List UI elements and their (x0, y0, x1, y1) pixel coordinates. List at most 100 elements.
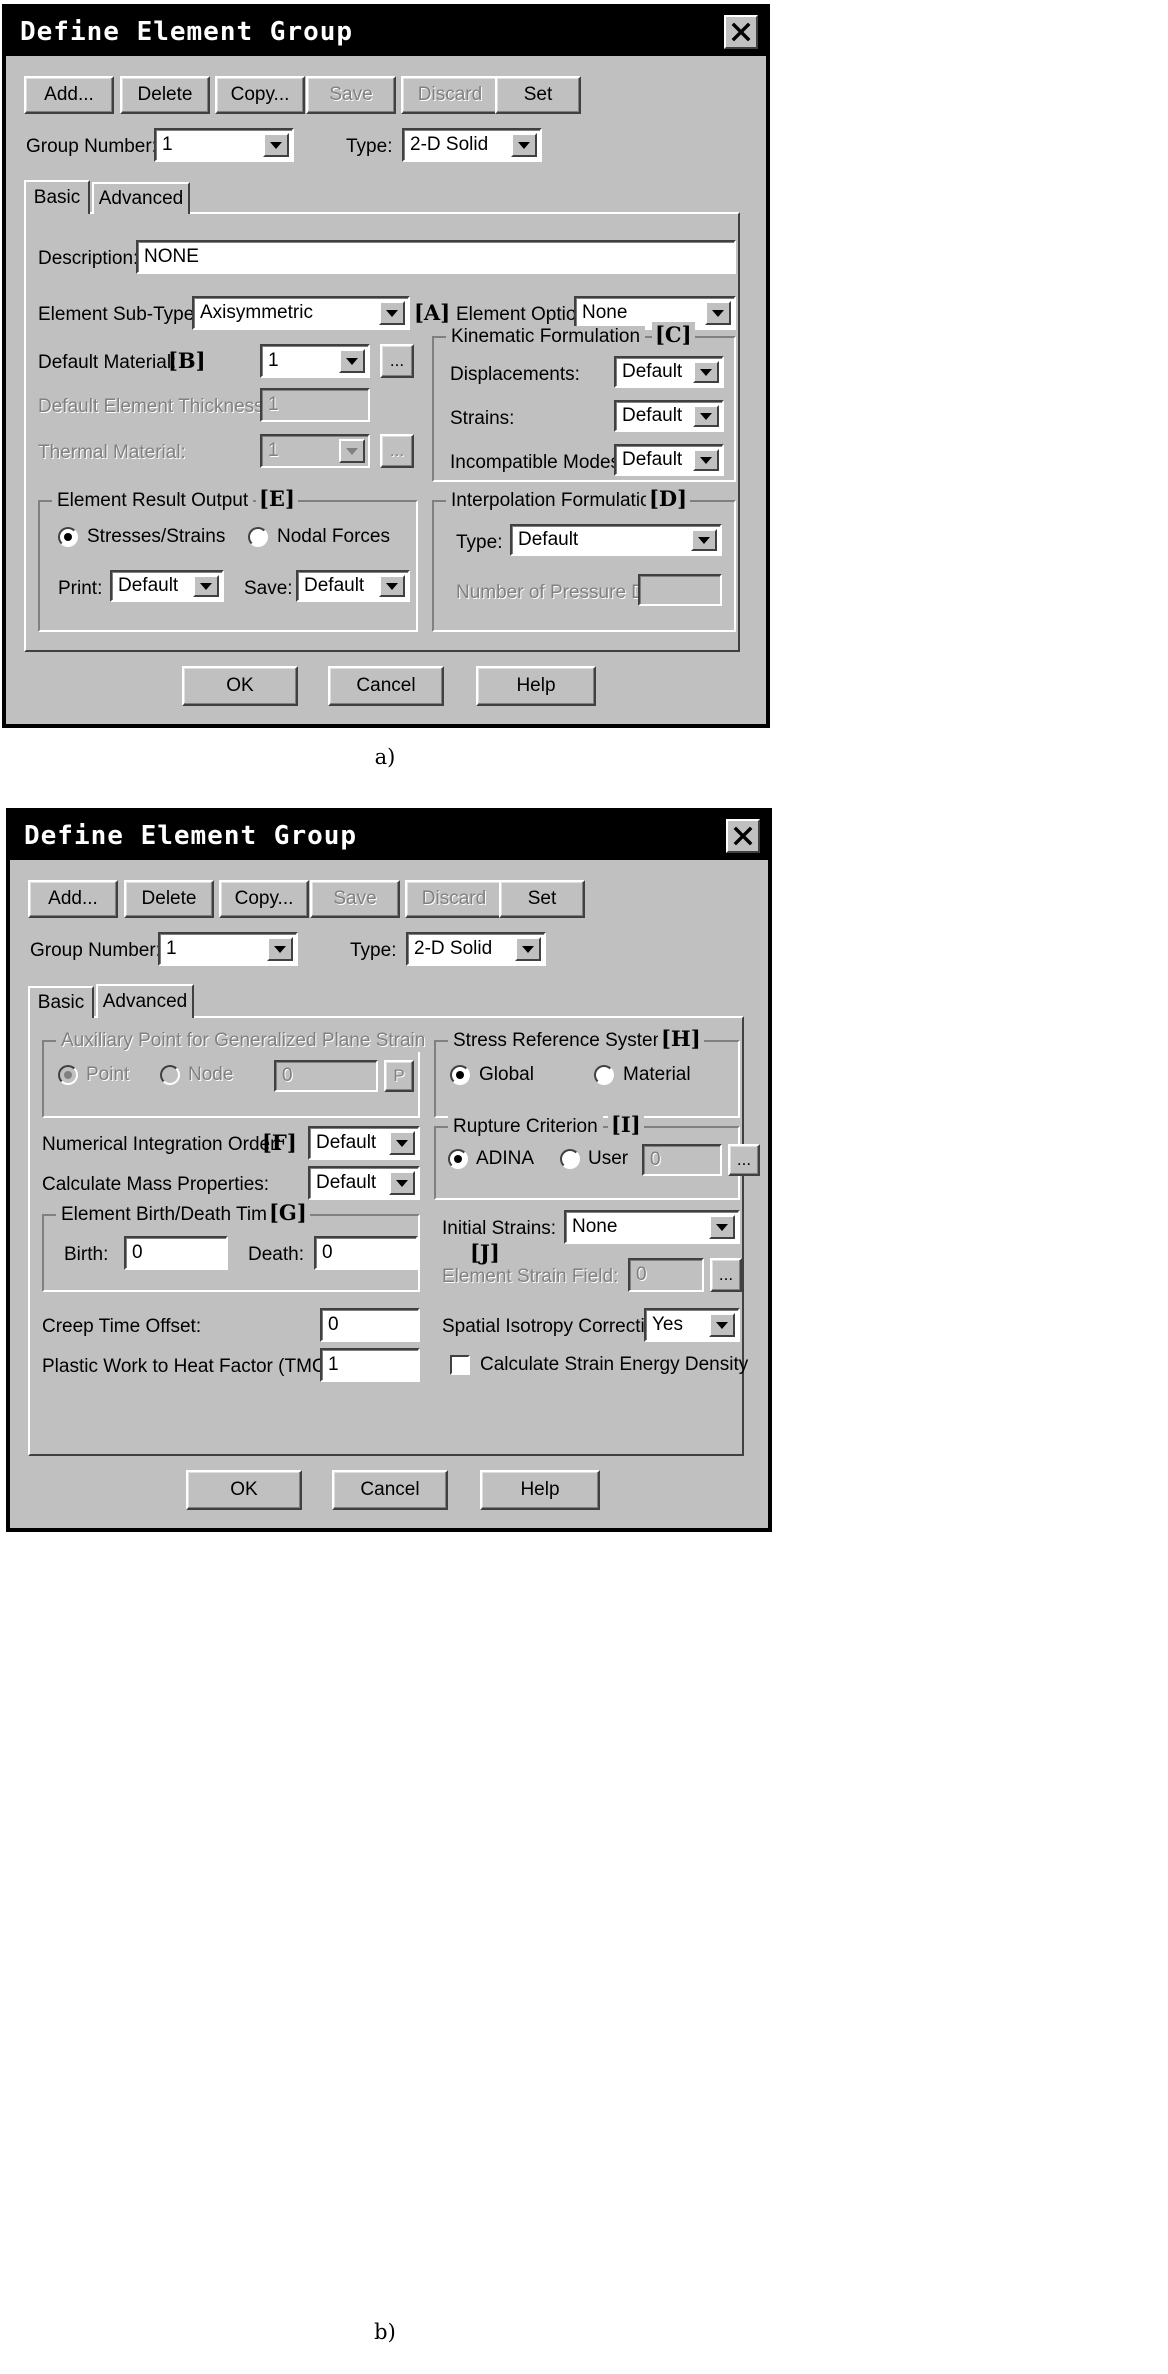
radio-icon[interactable] (560, 1149, 580, 1169)
chevron-down-icon[interactable] (511, 133, 537, 157)
initial-strains-label: Initial Strains: (442, 1218, 557, 1239)
copy-button[interactable]: Copy... (215, 76, 305, 114)
radio-icon[interactable] (448, 1149, 468, 1169)
thermal-material-combo: 1 (260, 434, 370, 468)
chevron-down-icon[interactable] (693, 405, 719, 427)
rupture-criterion-value: 0 (650, 1149, 661, 1170)
strains-combo[interactable]: Default (614, 400, 724, 432)
birth-input[interactable]: 0 (124, 1236, 228, 1270)
chevron-down-icon[interactable] (693, 361, 719, 383)
tab-advanced[interactable]: Advanced (96, 984, 194, 1018)
set-button-label: Set (523, 84, 553, 105)
dialog-b-client: Add... Delete Copy... Save Discard Set G… (10, 860, 768, 1526)
marker-j: [J] (470, 1240, 500, 1265)
chevron-down-icon[interactable] (379, 575, 405, 597)
checkbox-icon[interactable] (450, 1355, 470, 1375)
help-button[interactable]: Help (480, 1470, 600, 1510)
default-element-thickness-label: Default Element Thickness: (38, 396, 269, 417)
chevron-down-icon[interactable] (691, 529, 717, 551)
calculate-mass-properties-combo[interactable]: Default (308, 1166, 420, 1200)
chevron-down-icon[interactable] (515, 937, 541, 961)
cancel-button[interactable]: Cancel (328, 666, 444, 706)
set-button[interactable]: Set (499, 880, 585, 918)
rupture-criterion-browse-button[interactable]: ... (728, 1144, 760, 1176)
chevron-down-icon[interactable] (339, 349, 365, 373)
spatial-isotropy-combo[interactable]: Yes (644, 1308, 740, 1342)
default-material-browse-button[interactable]: ... (380, 344, 414, 378)
save-output-combo[interactable]: Default (296, 570, 410, 602)
radio-adina[interactable]: ADINA (448, 1148, 534, 1170)
calculate-mass-properties-value: Default (316, 1172, 377, 1193)
radio-icon[interactable] (594, 1065, 614, 1085)
chevron-down-icon[interactable] (389, 1131, 415, 1155)
tab-basic-label: Basic (37, 992, 85, 1013)
interp-type-label: Type: (456, 532, 503, 553)
add-button[interactable]: Add... (24, 76, 114, 114)
radio-global[interactable]: Global (450, 1064, 534, 1086)
death-input[interactable]: 0 (314, 1236, 418, 1270)
print-combo[interactable]: Default (110, 570, 224, 602)
ok-button[interactable]: OK (182, 666, 298, 706)
element-sub-type-combo[interactable]: Axisymmetric (192, 296, 410, 330)
add-button[interactable]: Add... (28, 880, 118, 918)
chevron-down-icon[interactable] (709, 1215, 735, 1239)
radio-nodal-forces[interactable]: Nodal Forces (248, 526, 390, 548)
radio-icon[interactable] (58, 527, 78, 547)
strain-energy-density-checkbox-row[interactable]: Calculate Strain Energy Density (450, 1354, 748, 1376)
auxiliary-point-group: Auxiliary Point for Generalized Plane St… (42, 1030, 431, 1118)
delete-button[interactable]: Delete (120, 76, 210, 114)
help-button-label: Help (516, 675, 556, 696)
delete-button[interactable]: Delete (124, 880, 214, 918)
cancel-button[interactable]: Cancel (332, 1470, 448, 1510)
discard-button: Discard (401, 76, 499, 114)
chevron-down-icon[interactable] (705, 301, 731, 325)
dialog-b-window: Define Element Group Add... Delete Copy.… (6, 808, 772, 1532)
radio-icon[interactable] (450, 1065, 470, 1085)
chevron-down-icon[interactable] (379, 301, 405, 325)
set-button[interactable]: Set (495, 76, 581, 114)
default-material-combo[interactable]: 1 (260, 344, 370, 378)
group-number-label: Group Number: (26, 136, 157, 157)
copy-button[interactable]: Copy... (219, 880, 309, 918)
displacements-combo[interactable]: Default (614, 356, 724, 388)
displacements-label: Displacements: (450, 364, 580, 385)
radio-user[interactable]: User (560, 1148, 628, 1170)
radio-icon[interactable] (248, 527, 268, 547)
help-button[interactable]: Help (476, 666, 596, 706)
ok-button[interactable]: OK (186, 1470, 302, 1510)
initial-strains-combo[interactable]: None (564, 1210, 740, 1244)
element-strain-field-browse-button[interactable]: ... (710, 1258, 742, 1292)
default-material-label: Default Material: (38, 352, 177, 373)
tab-basic[interactable]: Basic (24, 180, 90, 214)
incompatible-modes-combo[interactable]: Default (614, 444, 724, 476)
description-input[interactable]: NONE (136, 240, 736, 274)
group-number-combo[interactable]: 1 (158, 932, 298, 966)
radio-material[interactable]: Material (594, 1064, 691, 1086)
tab-advanced[interactable]: Advanced (92, 182, 190, 214)
radio-stresses-strains[interactable]: Stresses/Strains (58, 526, 225, 548)
chevron-down-icon[interactable] (709, 1313, 735, 1337)
numerical-integration-order-value: Default (316, 1132, 377, 1153)
radio-icon (160, 1065, 180, 1085)
plastic-work-input[interactable]: 1 (320, 1348, 420, 1382)
close-icon[interactable] (724, 15, 758, 49)
radio-point-label: Point (86, 1064, 130, 1085)
group-number-combo[interactable]: 1 (154, 128, 294, 162)
marker-f: [F] (262, 1130, 297, 1155)
marker-g: [G] (266, 1200, 310, 1225)
chevron-down-icon[interactable] (389, 1171, 415, 1195)
cancel-button-label: Cancel (356, 675, 416, 696)
tab-basic[interactable]: Basic (28, 986, 94, 1018)
marker-i: [I] (608, 1112, 644, 1137)
numerical-integration-order-combo[interactable]: Default (308, 1126, 420, 1160)
auxiliary-point-pick-button: P (384, 1060, 414, 1092)
creep-time-offset-input[interactable]: 0 (320, 1308, 420, 1342)
chevron-down-icon[interactable] (267, 937, 293, 961)
chevron-down-icon[interactable] (693, 449, 719, 471)
type-combo[interactable]: 2-D Solid (402, 128, 542, 162)
type-combo[interactable]: 2-D Solid (406, 932, 546, 966)
interp-type-combo[interactable]: Default (510, 524, 722, 556)
close-icon[interactable] (726, 819, 760, 853)
chevron-down-icon[interactable] (263, 133, 289, 157)
chevron-down-icon[interactable] (193, 575, 219, 597)
